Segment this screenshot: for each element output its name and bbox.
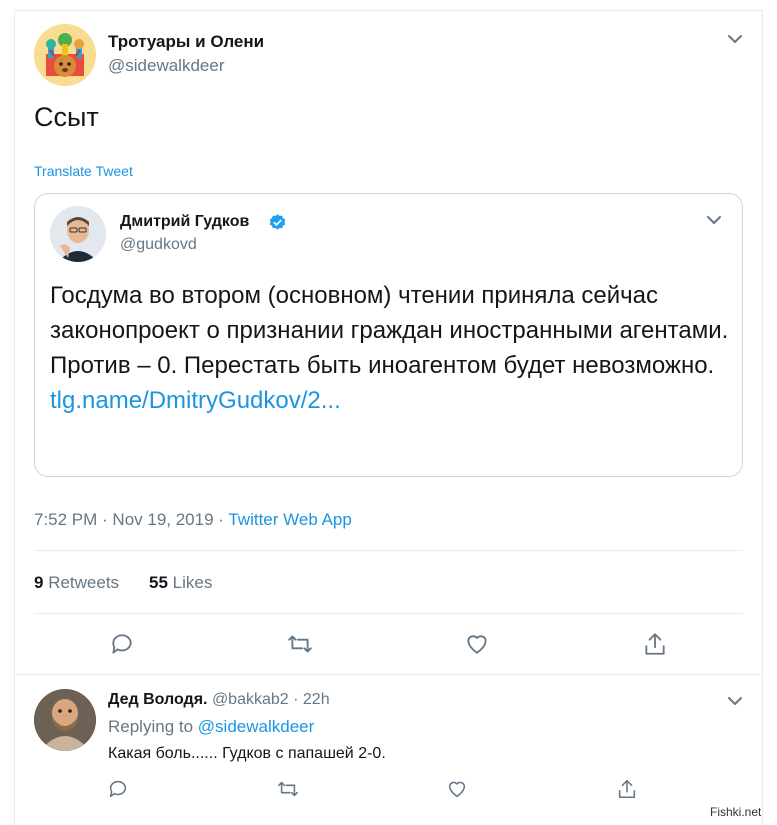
author-name[interactable]: Тротуары и Олени <box>108 32 264 52</box>
avatar-bearded-man-photo <box>34 689 96 751</box>
reply-share-icon[interactable] <box>616 778 638 800</box>
divider <box>14 674 763 675</box>
translate-tweet-link[interactable]: Translate Tweet <box>34 163 133 179</box>
reply-author-avatar[interactable] <box>34 689 96 751</box>
reply-time[interactable]: 22h <box>303 691 330 708</box>
quoted-tweet-body: Госдума во втором (основном) чтении прин… <box>50 282 729 379</box>
reply-reply-icon[interactable] <box>107 778 129 800</box>
reply-icon[interactable] <box>109 631 135 657</box>
avatar-deer-cathedral-image <box>34 24 96 86</box>
reply-retweet-icon[interactable] <box>277 778 299 800</box>
replying-to-label: Replying to <box>108 717 198 736</box>
divider <box>34 550 743 551</box>
quoted-tweet-link[interactable]: tlg.name/DmitryGudkov/2... <box>50 387 341 414</box>
tweet-source-link[interactable]: Twitter Web App <box>228 510 351 529</box>
reply-chevron-down-icon[interactable] <box>726 692 744 710</box>
retweets-label: Retweets <box>43 573 120 592</box>
divider <box>34 613 743 614</box>
retweets-stat[interactable]: 9 Retweets <box>34 573 119 593</box>
share-icon[interactable] <box>642 631 668 657</box>
author-handle[interactable]: @sidewalkdeer <box>108 56 224 76</box>
quoted-author-name: Дмитрий Гудков <box>120 213 250 230</box>
reply-text: Какая боль...... Гудков с папашей 2-0. <box>108 745 386 762</box>
avatar-man-photo <box>50 206 106 262</box>
quoted-author-handle: @gudkovd <box>120 236 197 253</box>
reply-header: Дед Володя. @bakkab2 · 22h <box>108 691 330 709</box>
quoted-tweet-text: Госдума во втором (основном) чтении прин… <box>50 278 730 418</box>
author-avatar[interactable] <box>34 24 96 86</box>
replying-to-row: Replying to @sidewalkdeer <box>108 717 314 737</box>
like-icon[interactable] <box>464 631 490 657</box>
site-watermark: Fishki.net <box>710 805 762 819</box>
retweet-icon[interactable] <box>287 631 313 657</box>
chevron-down-icon[interactable] <box>726 30 744 48</box>
likes-count: 55 <box>149 573 168 592</box>
likes-label: Likes <box>167 573 213 592</box>
reply-like-icon[interactable] <box>446 778 468 800</box>
tweet-timestamp[interactable]: 7:52 PM · Nov 19, 2019 · <box>34 510 228 529</box>
tweet-timestamp-row: 7:52 PM · Nov 19, 2019 · Twitter Web App <box>34 510 352 530</box>
reply-author-name[interactable]: Дед Володя. <box>108 691 207 708</box>
quoted-author-avatar <box>50 206 106 262</box>
verified-badge-icon <box>268 213 287 232</box>
reply-author-handle[interactable]: @bakkab2 <box>212 691 289 708</box>
quoted-chevron-down-icon[interactable] <box>705 211 723 229</box>
reply-separator: · <box>288 691 303 708</box>
likes-stat[interactable]: 55 Likes <box>149 573 212 593</box>
replying-to-handle[interactable]: @sidewalkdeer <box>198 717 314 736</box>
tweet-text: Ссыт <box>34 102 99 132</box>
